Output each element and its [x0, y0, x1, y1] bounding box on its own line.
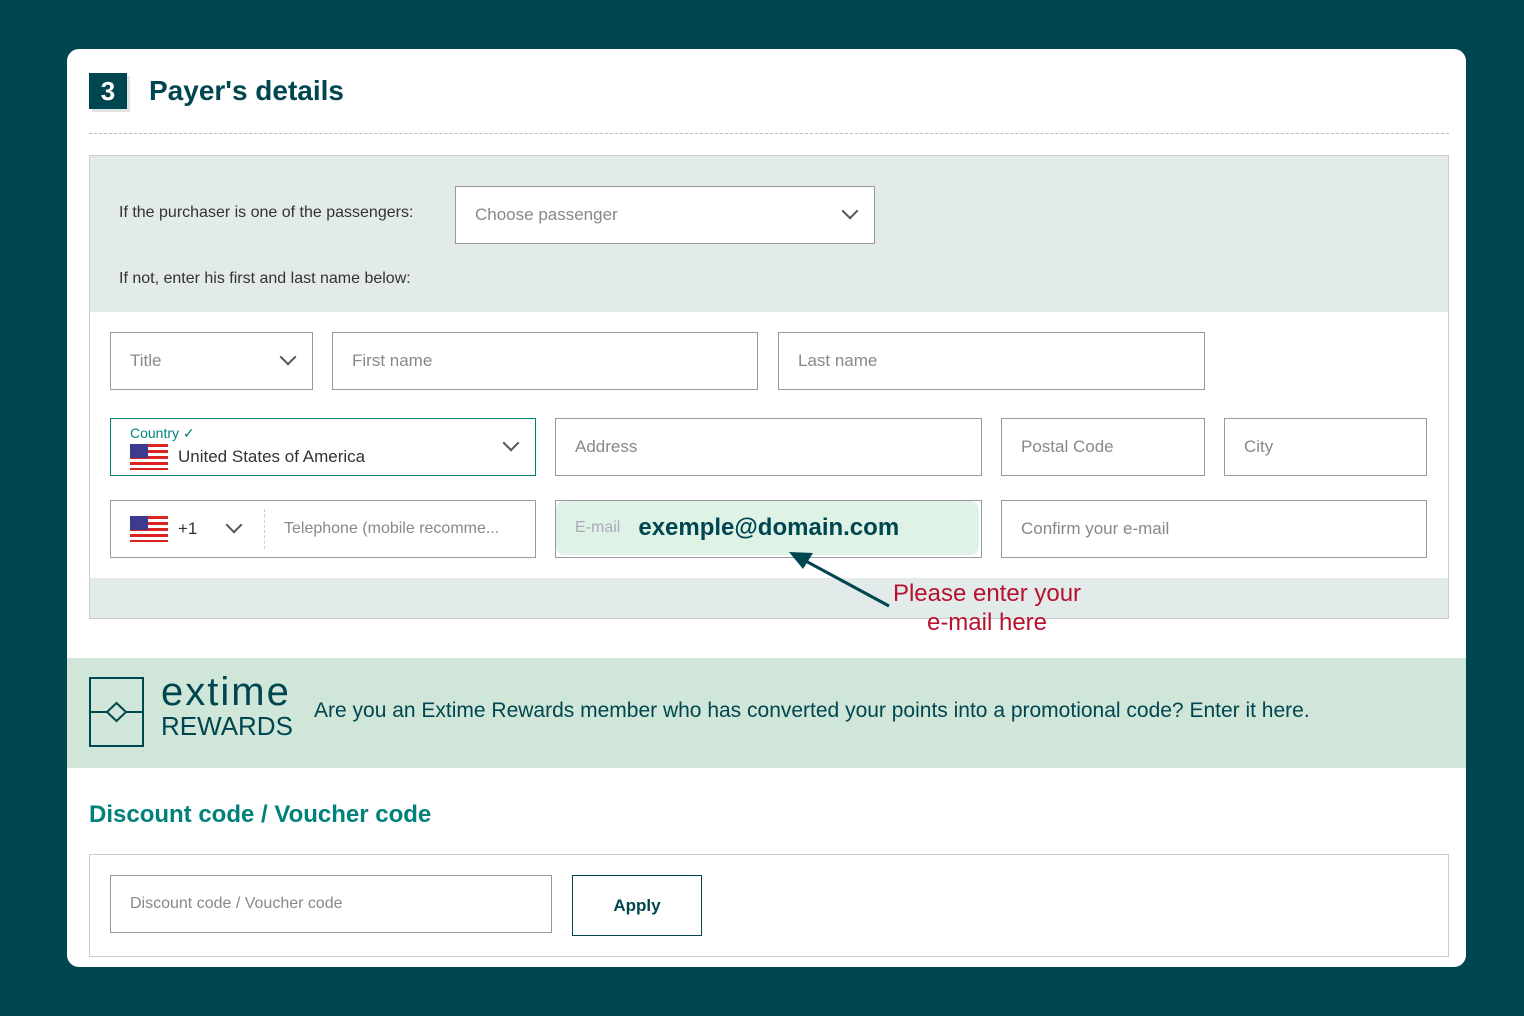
extime-rewards-logo-icon: [89, 677, 144, 747]
country-label: Country: [130, 425, 180, 441]
payer-details-card: 3 Payer's details If the purchaser is on…: [67, 49, 1466, 967]
confirm-email-input[interactable]: Confirm your e-mail: [1001, 500, 1427, 558]
first-name-input[interactable]: First name: [332, 332, 758, 390]
email-annotation: Please enter your e-mail here: [867, 579, 1107, 637]
page-title: Payer's details: [149, 75, 345, 106]
rewards-text: Are you an Extime Rewards member who has…: [314, 699, 1310, 722]
rewards-banner[interactable]: extime REWARDS Are you an Extime Rewards…: [67, 658, 1466, 768]
select-placeholder: Choose passenger: [475, 205, 618, 224]
us-flag-icon: [130, 444, 168, 470]
title-placeholder: Title: [130, 351, 162, 370]
discount-code-input[interactable]: Discount code / Voucher code: [110, 875, 552, 933]
country-select[interactable]: Country ✓ United States of America: [110, 418, 536, 476]
last-name-input[interactable]: Last name: [778, 332, 1205, 390]
us-flag-icon: [130, 516, 168, 542]
divider: [89, 133, 1449, 134]
phone-country-code-select[interactable]: +1: [130, 509, 265, 549]
logo-text-bottom: REWARDS: [161, 711, 293, 741]
chevron-down-icon: [279, 348, 297, 366]
purchaser-label: If the purchaser is one of the passenger…: [119, 204, 414, 221]
discount-panel: Discount code / Voucher code Apply: [89, 854, 1449, 957]
telephone-input[interactable]: Telephone (mobile recomme...: [265, 520, 499, 538]
annotation-line-2: e-mail here: [926, 609, 1048, 636]
chevron-down-icon: [841, 202, 859, 220]
country-value: United States of America: [178, 447, 366, 466]
discount-title: Discount code / Voucher code: [89, 801, 432, 828]
purchaser-hint: If not, enter his first and last name be…: [119, 270, 411, 287]
email-value: exemple@domain.com: [638, 514, 900, 541]
annotation-line-1: Please enter your: [892, 580, 1082, 607]
postal-code-input[interactable]: Postal Code: [1001, 418, 1205, 476]
city-input[interactable]: City: [1224, 418, 1427, 476]
check-icon: ✓: [182, 425, 195, 441]
choose-passenger-select[interactable]: Choose passenger: [455, 186, 875, 244]
title-select[interactable]: Title: [110, 332, 313, 390]
phone-field: +1 Telephone (mobile recomme...: [110, 500, 536, 558]
phone-code: +1: [178, 519, 198, 538]
step-number: 3: [89, 73, 127, 109]
address-input[interactable]: Address: [555, 418, 982, 476]
apply-button[interactable]: Apply: [572, 875, 702, 936]
chevron-down-icon: [225, 516, 243, 534]
logo-text-top: extime: [161, 670, 291, 714]
email-label: E-mail: [575, 519, 621, 536]
